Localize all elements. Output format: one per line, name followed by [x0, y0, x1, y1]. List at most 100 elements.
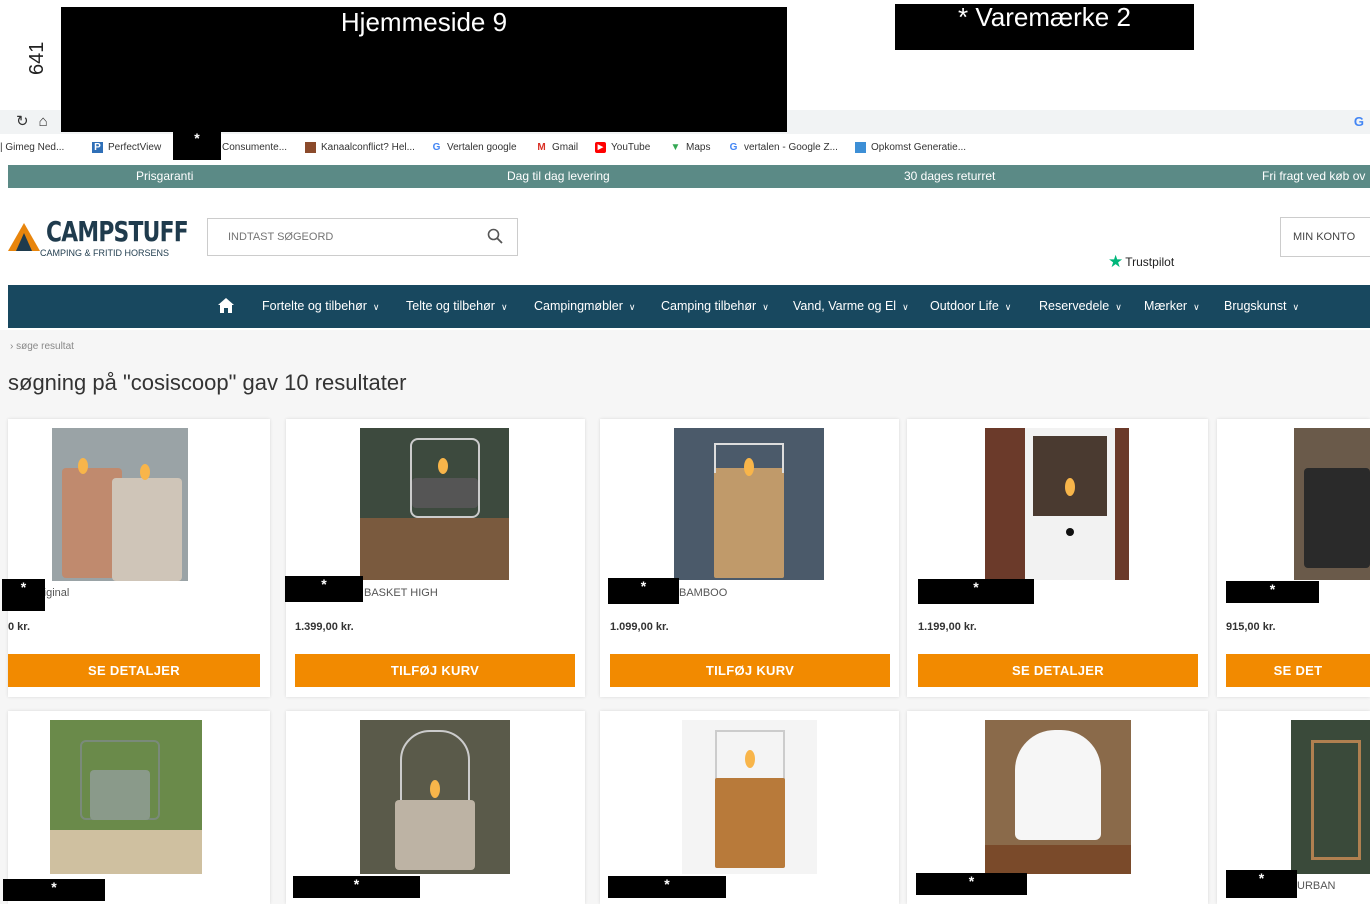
- home-icon[interactable]: [217, 297, 235, 314]
- logo-text: CAMPSTUFF: [46, 215, 189, 248]
- bookmark[interactable]: Opkomst Generatie...: [855, 142, 966, 153]
- bookmark-label: Opkomst Generatie...: [871, 142, 967, 153]
- product-image[interactable]: [1294, 428, 1370, 580]
- search-icon[interactable]: [487, 228, 503, 244]
- redaction-block: *: [173, 130, 221, 160]
- bookmark-label: PerfectView: [108, 142, 162, 153]
- bookmark-label: vertalen - Google Z...: [744, 142, 838, 153]
- home-icon[interactable]: ⌂: [39, 113, 48, 130]
- product-name[interactable]: BASKET HIGH: [364, 587, 438, 599]
- google-icon: G: [432, 142, 441, 153]
- bookmark-icon: [855, 142, 866, 153]
- star-icon: ★: [1108, 252, 1124, 271]
- chevron-down-icon: ∨: [902, 302, 909, 312]
- account-label: MIN KONTO: [1293, 231, 1356, 243]
- product-card[interactable]: BASKET HIGH 1.399,00 kr. TILFØJ KURV: [286, 419, 585, 697]
- google-icon[interactable]: G: [1354, 114, 1364, 129]
- product-image[interactable]: [682, 720, 817, 874]
- chevron-down-icon: ∨: [500, 302, 508, 312]
- product-image[interactable]: [674, 428, 824, 580]
- details-button[interactable]: SE DETALJER: [8, 654, 260, 687]
- product-name[interactable]: BAMBOO: [679, 587, 727, 599]
- promo-item: Prisgaranti: [136, 169, 194, 183]
- bookmark-label: Vertalen google: [447, 142, 517, 153]
- nav-item-camping-tilbehor[interactable]: Camping tilbehør ∨: [661, 299, 769, 313]
- bookmark[interactable]: M Gmail: [536, 142, 578, 153]
- nav-item-reservedele[interactable]: Reservedele ∨: [1039, 299, 1122, 313]
- details-button[interactable]: SE DETALJER: [918, 654, 1198, 687]
- product-image[interactable]: [50, 720, 202, 874]
- product-image[interactable]: [1291, 720, 1370, 874]
- add-to-cart-button[interactable]: TILFØJ KURV: [295, 654, 575, 687]
- chevron-down-icon: ∨: [1115, 302, 1122, 312]
- trustpilot-label: Trustpilot: [1125, 255, 1175, 269]
- bookmark[interactable]: G Vertalen google: [431, 142, 517, 153]
- bookmark-label: | Gimeg Ned...: [0, 142, 65, 153]
- logo-subtitle: CAMPING & FRITID HORSENS: [40, 248, 170, 258]
- redaction-block: *: [285, 576, 363, 602]
- trustpilot-badge[interactable]: ★ Trustpilot: [1108, 252, 1174, 272]
- site-logo[interactable]: CAMPSTUFF CAMPING & FRITID HORSENS: [8, 215, 189, 260]
- product-name[interactable]: URBAN: [1297, 880, 1336, 892]
- nav-item-fortelte[interactable]: Fortelte og tilbehør ∨: [262, 299, 380, 313]
- details-button[interactable]: SE DET: [1226, 654, 1370, 687]
- redaction-block: * Varemærke 2: [895, 4, 1194, 50]
- product-image[interactable]: [985, 428, 1129, 580]
- product-image[interactable]: [360, 428, 509, 580]
- bookmark[interactable]: Kanaalconflict? Hel...: [305, 142, 415, 153]
- search-box[interactable]: [207, 218, 518, 256]
- bookmark-label: Consumente...: [222, 142, 288, 153]
- redaction-block: *: [1226, 581, 1319, 603]
- account-button[interactable]: MIN KONTO: [1280, 217, 1370, 257]
- page-label: Hjemmeside 9: [340, 7, 508, 37]
- product-price: 1.099,00 kr.: [610, 621, 669, 633]
- chevron-down-icon: ∨: [372, 302, 380, 312]
- product-image[interactable]: [360, 720, 510, 874]
- brand-label: * Varemærke 2: [958, 2, 1131, 32]
- reload-icon[interactable]: ↻: [16, 113, 29, 130]
- youtube-icon: ▶: [595, 142, 606, 153]
- maps-pin-icon: ▼: [670, 142, 681, 153]
- product-price: 1.399,00 kr.: [295, 621, 354, 633]
- promo-item: 30 dages returret: [904, 169, 996, 183]
- bookmark[interactable]: Consumente...: [222, 142, 287, 153]
- gmail-icon: M: [537, 142, 546, 153]
- bookmark[interactable]: ▼ Maps: [670, 142, 711, 153]
- breadcrumb[interactable]: › søge resultat: [10, 341, 74, 352]
- redaction-block: *: [918, 579, 1034, 604]
- google-icon: G: [729, 142, 738, 153]
- bookmark-label: YouTube: [611, 142, 651, 153]
- redaction-block: *: [3, 879, 105, 901]
- tent-logo-icon-inner: [16, 233, 32, 251]
- nav-item-brugskunst[interactable]: Brugskunst ∨: [1224, 299, 1299, 313]
- product-price: 1.199,00 kr.: [918, 621, 977, 633]
- bookmark[interactable]: | Gimeg Ned...: [0, 142, 64, 153]
- product-image[interactable]: [52, 428, 188, 581]
- nav-item-maerker[interactable]: Mærker ∨: [1144, 299, 1200, 313]
- redaction-block: *: [608, 578, 679, 604]
- nav-item-outdoor-life[interactable]: Outdoor Life ∨: [930, 299, 1011, 313]
- redaction-block: *: [1226, 870, 1297, 898]
- redaction-block: *: [916, 873, 1027, 895]
- redaction-block: *: [293, 876, 420, 898]
- product-card[interactable]: 1.199,00 kr. SE DETALJER: [907, 419, 1208, 697]
- chevron-down-icon: ∨: [628, 302, 636, 312]
- redaction-block: *: [2, 579, 45, 611]
- nav-item-vand-varme-el[interactable]: Vand, Varme og El ∨: [793, 299, 909, 313]
- product-image[interactable]: [985, 720, 1131, 874]
- chevron-down-icon: ∨: [762, 302, 769, 312]
- product-card[interactable]: BAMBOO 1.099,00 kr. TILFØJ KURV: [600, 419, 899, 697]
- add-to-cart-button[interactable]: TILFØJ KURV: [610, 654, 890, 687]
- bookmark[interactable]: G vertalen - Google Z...: [728, 142, 838, 153]
- redaction-block: *: [608, 876, 726, 898]
- product-card[interactable]: [8, 711, 270, 904]
- bookmark[interactable]: P PerfectView: [92, 142, 161, 153]
- nav-item-telte[interactable]: Telte og tilbehør ∨: [406, 299, 508, 313]
- product-card[interactable]: 915,00 kr. SE DET: [1217, 419, 1370, 697]
- bookmark-label: Maps: [686, 142, 711, 153]
- product-card[interactable]: riginal 0 kr. SE DETALJER: [8, 419, 270, 697]
- nav-item-campingmobler[interactable]: Campingmøbler ∨: [534, 299, 636, 313]
- search-input[interactable]: [208, 219, 468, 255]
- bookmark[interactable]: ▶ YouTube: [595, 142, 650, 153]
- side-number: 641: [26, 41, 48, 75]
